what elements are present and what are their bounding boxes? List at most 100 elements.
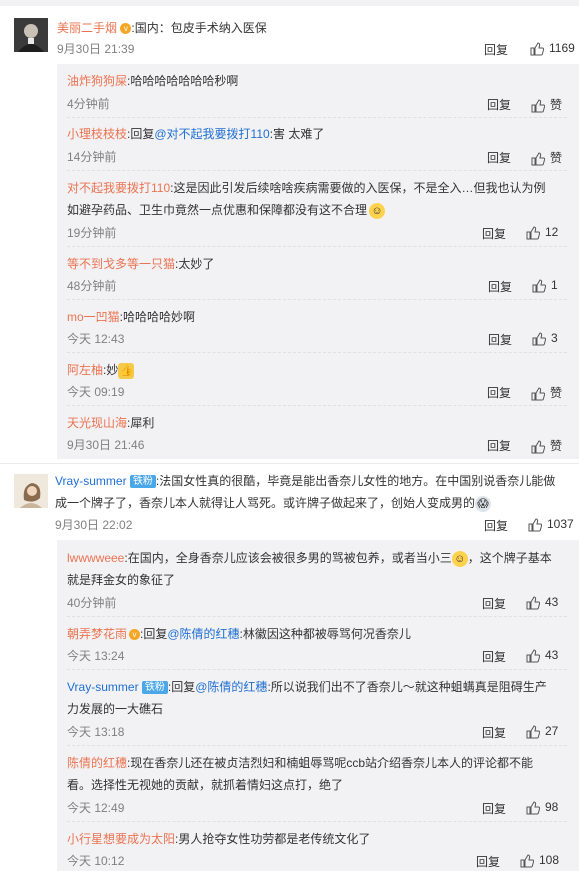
reply-username[interactable]: lwwwweee bbox=[67, 551, 124, 565]
avatar-image bbox=[14, 18, 48, 52]
reply-username[interactable]: 对不起我要拨打110 bbox=[67, 181, 170, 195]
divider bbox=[67, 745, 567, 746]
reply-button[interactable]: 回复 bbox=[476, 853, 500, 870]
reply-body: ，这个牌子基本 bbox=[467, 551, 552, 565]
reply-username[interactable]: 陈倩的红穗 bbox=[67, 756, 127, 770]
reply-button[interactable]: 回复 bbox=[484, 517, 508, 534]
username[interactable]: 美丽二手烟 bbox=[57, 21, 117, 35]
reply-text: 等不到戈多等一只猫:太妙了 bbox=[67, 256, 214, 272]
reply-username[interactable]: 等不到戈多等一只猫 bbox=[67, 257, 175, 271]
reply-body: :现在香奈儿还在被贞洁烈妇和楠蛆辱骂呢ccb站介绍香奈儿本人的评论都不能 bbox=[127, 756, 534, 770]
thumbs-up-icon bbox=[526, 801, 540, 815]
reply-text-line2: 看。选择性无视她的贡献，就抓着情妇这点打，绝了 bbox=[67, 777, 343, 793]
mention-link[interactable]: @对不起我要拨打110 bbox=[154, 127, 269, 141]
reply-timestamp: 19分钟前 bbox=[67, 226, 117, 240]
reply-button[interactable]: 回复 bbox=[487, 384, 511, 401]
comment-body: 成一个牌子了，香奈儿本人就得让人骂死。或许牌子做起来了，创始人变成男的 bbox=[55, 496, 476, 510]
reply-button[interactable]: 回复 bbox=[482, 225, 506, 242]
reply-username[interactable]: Vray-summer bbox=[67, 680, 139, 694]
like-button[interactable]: 3 bbox=[532, 331, 558, 346]
reply-timestamp: 今天 09:19 bbox=[67, 385, 125, 399]
reply-button[interactable]: 回复 bbox=[487, 437, 511, 454]
comment-text-line2: 成一个牌子了，香奈儿本人就得让人骂死。或许牌子做起来了，创始人变成男的 😱 bbox=[55, 495, 492, 512]
reply-body: 就是拜金女的象征了 bbox=[67, 573, 176, 587]
thumbs-up-icon bbox=[526, 725, 540, 739]
reply-text: 陈倩的红穗:现在香奈儿还在被贞洁烈妇和楠蛆辱骂呢ccb站介绍香奈儿本人的评论都不… bbox=[67, 755, 533, 771]
reply-text: lwwwweee:在国内，全身香奈儿应该会被很多男的骂被包养，或者当小三 ☺ ，这个… bbox=[67, 550, 552, 567]
reply-button[interactable]: 回复 bbox=[482, 724, 506, 741]
reply-body: :太妙了 bbox=[175, 257, 215, 271]
thread-divider bbox=[0, 463, 579, 464]
reply-body: :妙 bbox=[103, 363, 119, 377]
reply-button[interactable]: 回复 bbox=[482, 595, 506, 612]
like-count: 赞 bbox=[550, 98, 563, 112]
like-count: 98 bbox=[545, 800, 559, 814]
like-button[interactable]: 赞 bbox=[531, 437, 562, 454]
reply-button[interactable]: 回复 bbox=[482, 648, 506, 665]
reply-timestamp: 今天 12:49 bbox=[67, 801, 125, 815]
timestamp: 9月30日 21:39 bbox=[57, 42, 135, 56]
thumbs-up-icon bbox=[528, 518, 542, 532]
scared-face-emoji-icon: 😱 bbox=[475, 495, 492, 512]
username[interactable]: Vray-summer bbox=[55, 474, 127, 488]
like-button[interactable]: 43 bbox=[526, 595, 558, 610]
like-button[interactable]: 1037 bbox=[528, 517, 574, 532]
reply-username[interactable]: 天光现山海 bbox=[67, 416, 127, 430]
reply-username[interactable]: 小行星想要成为太阳 bbox=[67, 832, 175, 846]
like-count: 43 bbox=[545, 648, 559, 662]
reply-body: :在国内，全身香奈儿应该会被很多男的骂被包养，或者当小三 bbox=[124, 551, 452, 565]
reply-text: 朝弄梦花雨 v:回复@陈倩的红穗:林徽因这种都被辱骂何况香奈儿 bbox=[67, 626, 411, 642]
smile-emoji-icon: ☺ bbox=[451, 550, 468, 567]
avatar[interactable] bbox=[14, 18, 48, 52]
reply-button[interactable]: 回复 bbox=[488, 278, 512, 295]
reply-username[interactable]: 油炸狗狗屎 bbox=[67, 74, 127, 88]
fan-badge: 铁粉 bbox=[129, 475, 156, 489]
like-button[interactable]: 1169 bbox=[530, 41, 575, 56]
reply-username[interactable]: 小理枝枝枝 bbox=[67, 127, 127, 141]
divider bbox=[67, 821, 567, 822]
reply-timestamp: 40分钟前 bbox=[67, 596, 117, 610]
thumbs-up-icon bbox=[520, 854, 534, 868]
reply-timestamp: 今天 13:18 bbox=[67, 725, 125, 739]
reply-body: :害 太难了 bbox=[269, 127, 325, 141]
mention-link[interactable]: @陈倩的红穗 bbox=[195, 680, 267, 694]
like-button[interactable]: 12 bbox=[526, 225, 558, 240]
like-button[interactable]: 1 bbox=[532, 278, 558, 293]
reply-timestamp: 4分钟前 bbox=[67, 97, 110, 111]
reply-text: 小行星想要成为太阳:男人抢夺女性功劳都是老传统文化了 bbox=[67, 831, 370, 847]
comment-body: :法国女性真的很酷，毕竟是能出香奈儿女性的地方。在中国别说香奈儿能做 bbox=[155, 474, 556, 488]
like-count: 3 bbox=[551, 331, 558, 345]
like-button[interactable]: 108 bbox=[520, 853, 559, 868]
thumbs-up-icon bbox=[531, 152, 545, 166]
reply-text: Vray-summer 铁粉:回复@陈倩的红穗:所以说我们出不了香奈儿～就这种蛆… bbox=[67, 679, 547, 695]
reply-username[interactable]: 朝弄梦花雨 bbox=[67, 627, 127, 641]
reply-text: 对不起我要拨打110:这是因此引发后续啥啥疾病需要做的入医保，不是全入…但我也认… bbox=[67, 180, 545, 196]
like-count: 赞 bbox=[550, 151, 563, 165]
divider bbox=[67, 405, 567, 406]
thumbs-up-icon bbox=[532, 332, 546, 346]
reply-timestamp: 今天 10:12 bbox=[67, 854, 125, 868]
thumbs-up-emoji-icon: 👍 bbox=[118, 362, 135, 379]
like-count: 1169 bbox=[549, 41, 575, 55]
reply-button[interactable]: 回复 bbox=[488, 331, 512, 348]
thumbs-up-icon bbox=[526, 596, 540, 610]
reply-username[interactable]: 阿左柚 bbox=[67, 363, 103, 377]
like-button[interactable]: 98 bbox=[526, 800, 558, 815]
avatar[interactable] bbox=[14, 474, 48, 508]
reply-prefix: :回复 bbox=[167, 680, 196, 694]
like-button[interactable]: 赞 bbox=[531, 384, 562, 401]
like-button[interactable]: 赞 bbox=[531, 149, 562, 166]
reply-button[interactable]: 回复 bbox=[484, 41, 508, 58]
like-button[interactable]: 43 bbox=[526, 648, 558, 663]
like-button[interactable]: 赞 bbox=[531, 96, 562, 113]
reply-text: 天光现山海:犀利 bbox=[67, 415, 154, 431]
reply-button[interactable]: 回复 bbox=[482, 800, 506, 817]
reply-button[interactable]: 回复 bbox=[487, 149, 511, 166]
reply-username[interactable]: mo一凹猫 bbox=[67, 310, 120, 324]
thumbs-up-icon bbox=[531, 440, 545, 454]
like-count: 赞 bbox=[550, 439, 563, 453]
like-button[interactable]: 27 bbox=[526, 724, 558, 739]
mention-link[interactable]: @陈倩的红穗 bbox=[167, 627, 239, 641]
like-count: 12 bbox=[545, 225, 559, 239]
reply-button[interactable]: 回复 bbox=[487, 96, 511, 113]
